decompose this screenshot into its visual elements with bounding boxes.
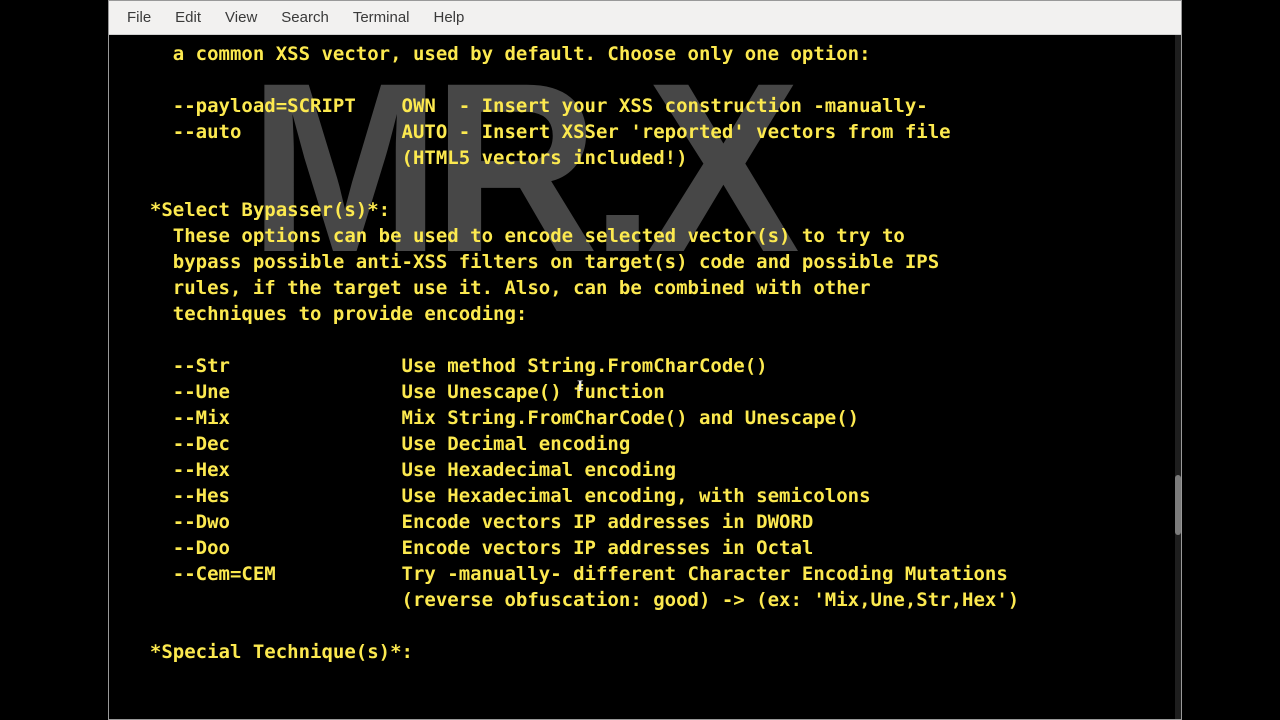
menu-file[interactable]: File	[115, 5, 163, 30]
menu-search[interactable]: Search	[269, 5, 341, 30]
menubar: File Edit View Search Terminal Help	[109, 1, 1181, 35]
scrollbar-thumb[interactable]	[1175, 475, 1181, 535]
terminal-window: File Edit View Search Terminal Help MR.X…	[108, 0, 1182, 720]
menu-view[interactable]: View	[213, 5, 269, 30]
scrollbar[interactable]	[1175, 35, 1181, 719]
menu-edit[interactable]: Edit	[163, 5, 213, 30]
menu-terminal[interactable]: Terminal	[341, 5, 422, 30]
terminal-output: a common XSS vector, used by default. Ch…	[127, 41, 1169, 665]
text-cursor-icon	[577, 373, 587, 391]
terminal-viewport[interactable]: MR.X a common XSS vector, used by defaul…	[109, 35, 1181, 719]
menu-help[interactable]: Help	[422, 5, 477, 30]
